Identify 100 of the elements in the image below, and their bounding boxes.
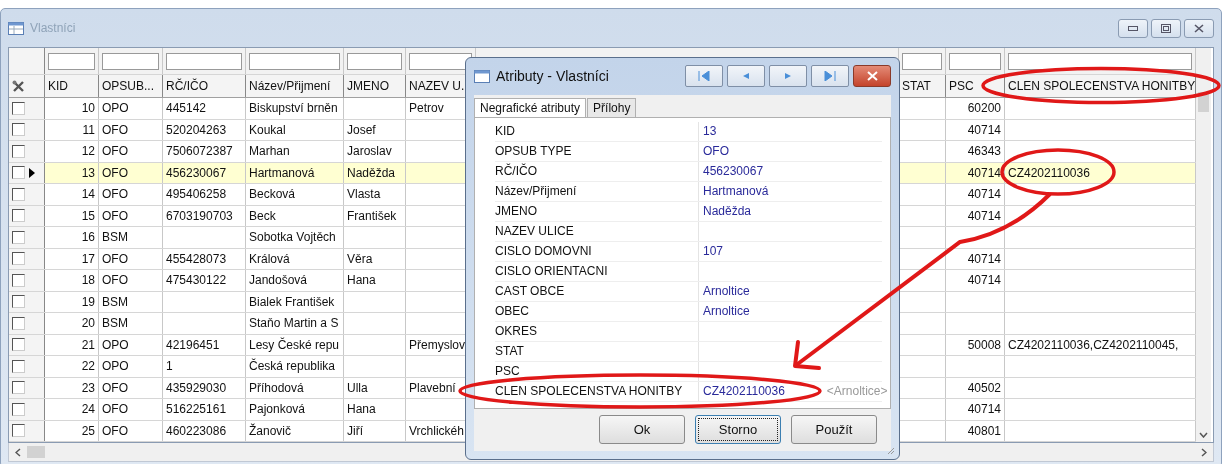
- table-cell: Věra: [347, 251, 373, 266]
- property-label: CISLO ORIENTACNI: [495, 261, 699, 281]
- table-cell: Sobotka Vojtěch: [249, 230, 336, 245]
- table-cell: 22: [81, 359, 95, 374]
- window-title: Vlastníci: [30, 21, 76, 35]
- table-cell: 455428073: [166, 251, 227, 266]
- table-cell: 40714: [967, 165, 1001, 180]
- table-cell: OPO: [102, 101, 129, 116]
- property-label: OKRES: [495, 321, 699, 341]
- table-cell: Vlasta: [347, 187, 381, 202]
- property-label: NAZEV ULICE: [495, 221, 699, 241]
- table-cell: 42196451: [166, 337, 220, 352]
- table-cell: OFO: [102, 122, 128, 137]
- property-hint: <Arnoltice>: [826, 384, 888, 399]
- table-cell: 20: [81, 316, 95, 331]
- table-cell: CZ4202110036: [1008, 165, 1090, 180]
- table-cell: 475430122: [166, 273, 227, 288]
- table-cell: OFO: [102, 251, 128, 266]
- table-cell: 18: [81, 273, 95, 288]
- table-cell: Králová: [249, 251, 290, 266]
- table-cell: 15: [81, 208, 95, 223]
- table-cell: Přemyslov: [409, 337, 465, 352]
- table-cell: Becková: [249, 187, 296, 202]
- table-cell: Jaroslav: [347, 144, 392, 159]
- table-cell: BSM: [102, 294, 128, 309]
- table-cell: 25: [81, 423, 95, 438]
- table-cell: Josef: [347, 122, 376, 137]
- property-label: CAST OBCE: [495, 281, 699, 301]
- property-label: OBEC: [495, 301, 699, 321]
- table-cell: 40801: [967, 423, 1001, 438]
- table-cell: 10: [81, 101, 95, 116]
- table-cell: 40502: [967, 380, 1001, 395]
- table-cell: Pajonková: [249, 402, 306, 417]
- table-cell: 12: [81, 144, 95, 159]
- property-label: OPSUB TYPE: [495, 141, 699, 161]
- table-cell: Staňo Martin a S: [249, 316, 339, 331]
- table-cell: 14: [81, 187, 95, 202]
- table-cell: 7506072387: [166, 144, 233, 159]
- property-label: CISLO DOMOVNI: [495, 241, 699, 261]
- table-cell: OFO: [102, 402, 128, 417]
- table-cell: Naděžda: [347, 165, 396, 180]
- table-cell: 40714: [967, 402, 1001, 417]
- table-cell: Beck: [249, 208, 276, 223]
- table-cell: BSM: [102, 316, 128, 331]
- table-cell: Česká republika: [249, 359, 336, 374]
- table-cell: 516225161: [166, 402, 227, 417]
- table-cell: 24: [81, 402, 95, 417]
- table-cell: Vrchlickéh: [409, 423, 464, 438]
- table-cell: 23: [81, 380, 95, 395]
- table-cell: Hana: [347, 273, 376, 288]
- table-cell: 60200: [967, 101, 1001, 116]
- table-cell: 21: [81, 337, 95, 352]
- table-cell: 1: [166, 359, 173, 374]
- table-cell: 40714: [967, 187, 1001, 202]
- table-cell: OFO: [102, 165, 128, 180]
- table-cell: 13: [81, 165, 95, 180]
- table-cell: Jandošová: [249, 273, 308, 288]
- property-label: CLEN SPOLECENSTVA HONITBY: [495, 381, 699, 401]
- table-cell: 495406258: [166, 187, 227, 202]
- table-cell: OFO: [102, 380, 128, 395]
- table-cell: 19: [81, 294, 95, 309]
- table-cell: Hartmanová: [249, 165, 315, 180]
- table-cell: OPO: [102, 359, 129, 374]
- table-cell: Ulla: [347, 380, 368, 395]
- table-cell: OFO: [102, 187, 128, 202]
- table-cell: 40714: [967, 208, 1001, 223]
- table-cell: Lesy České repu: [249, 337, 340, 352]
- table-cell: Koukal: [249, 122, 286, 137]
- table-cell: 520204263: [166, 122, 227, 137]
- table-cell: OFO: [102, 144, 128, 159]
- table-cell: Bialek František: [249, 294, 335, 309]
- table-cell: OPO: [102, 337, 129, 352]
- property-label: STAT: [495, 341, 699, 361]
- table-cell: CZ4202110036,CZ4202110045,: [1008, 337, 1179, 352]
- table-cell: Jiří: [347, 423, 363, 438]
- table-cell: Příhodová: [249, 380, 304, 395]
- table-cell: Žanovič: [249, 423, 292, 438]
- table-cell: 435929030: [166, 380, 227, 395]
- table-cell: 6703190703: [166, 208, 233, 223]
- table-cell: 46343: [967, 144, 1001, 159]
- table-cell: Biskupství brněn: [249, 101, 338, 116]
- table-cell: 40714: [967, 251, 1001, 266]
- property-label: Název/Přijmení: [495, 181, 699, 201]
- property-label: RČ/IČO: [495, 161, 699, 181]
- table-cell: 16: [81, 230, 95, 245]
- table-cell: Plavební: [409, 380, 456, 395]
- table-cell: Marhan: [249, 144, 290, 159]
- table-cell: BSM: [102, 230, 128, 245]
- property-label: KID: [495, 121, 699, 141]
- table-cell: OFO: [102, 208, 128, 223]
- table-cell: 17: [81, 251, 95, 266]
- table-cell: František: [347, 208, 397, 223]
- table-cell: Hana: [347, 402, 376, 417]
- table-cell: 11: [82, 122, 95, 137]
- table-cell: 40714: [967, 122, 1001, 137]
- table-cell: 460223086: [166, 423, 227, 438]
- table-cell: 50008: [967, 337, 1001, 352]
- table-cell: Petrov: [409, 101, 444, 116]
- table-cell: OFO: [102, 273, 128, 288]
- table-cell: OFO: [102, 423, 128, 438]
